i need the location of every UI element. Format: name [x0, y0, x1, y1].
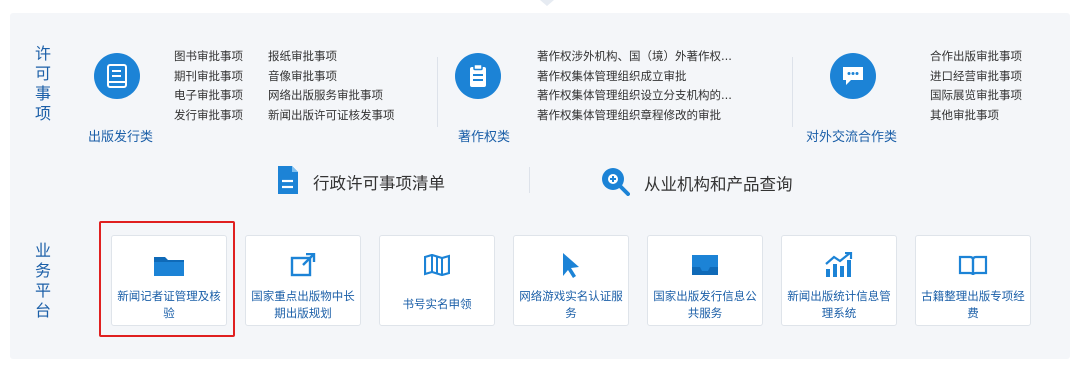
list-item[interactable]: 报纸审批事项 [268, 47, 395, 67]
list-item[interactable]: 其他审批事项 [930, 106, 1022, 126]
tile-label: 书号实名申领 [402, 297, 472, 311]
list-item[interactable]: 著作权集体管理组织成立审批 [537, 67, 732, 87]
tile-label: 新闻出版统计信息管理系统 [787, 289, 891, 320]
tile-label: 古籍整理出版专项经费 [921, 289, 1025, 320]
open-book-icon [916, 252, 1030, 278]
list-item[interactable]: 期刊审批事项 [174, 67, 243, 87]
document-icon [277, 165, 299, 199]
list-item[interactable]: 合作出版审批事项 [930, 47, 1022, 67]
external-link-icon [246, 252, 360, 278]
international-items: 合作出版审批事项 进口经营审批事项 国际展览审批事项 其他审批事项 [930, 47, 1022, 125]
services-panel: 许 可 事 项 出版发行类 图书审批事项 期刊审批事项 电子审批事项 发行审批事… [10, 13, 1070, 359]
book-icon [94, 53, 140, 99]
list-item[interactable]: 音像审批事项 [268, 67, 395, 87]
tile-label: 国家重点出版物中长期出版规划 [251, 289, 355, 320]
list-item[interactable]: 著作权集体管理组织章程修改的审批 [537, 106, 732, 126]
licensing-section-label: 许 可 事 项 [34, 44, 51, 123]
tile-publishing-plan[interactable]: 国家重点出版物中长期出版规划 [245, 235, 361, 326]
tile-game-realname[interactable]: 网络游戏实名认证服务 [513, 235, 629, 326]
admin-license-list-link[interactable]: 行政许可事项清单 [277, 165, 445, 199]
category-label[interactable]: 对外交流合作类 [806, 126, 897, 145]
list-item[interactable]: 发行审批事项 [174, 106, 243, 126]
tile-statistics[interactable]: 新闻出版统计信息管理系统 [781, 235, 897, 326]
list-item[interactable]: 著作权集体管理组织设立分支机构的... [537, 86, 732, 106]
folder-icon [112, 252, 226, 278]
platform-section-label: 业 务 平 台 [34, 241, 51, 320]
search-icon [600, 166, 630, 200]
tile-label: 网络游戏实名认证服务 [519, 289, 623, 320]
tile-ancient-books[interactable]: 古籍整理出版专项经费 [915, 235, 1031, 326]
divider [792, 57, 793, 127]
list-item[interactable]: 网络出版服务审批事项 [268, 86, 395, 106]
map-icon [380, 252, 494, 278]
clipboard-icon [455, 53, 501, 99]
category-label[interactable]: 出版发行类 [88, 126, 153, 145]
publishing-items-col1: 图书审批事项 期刊审批事项 电子审批事项 发行审批事项 [174, 47, 243, 125]
chart-icon [782, 252, 896, 278]
category-label[interactable]: 著作权类 [458, 126, 510, 145]
list-item[interactable]: 新闻出版许可证核发事项 [268, 106, 395, 126]
divider [437, 57, 438, 127]
tile-publication-info[interactable]: 国家出版发行信息公共服务 [647, 235, 763, 326]
chat-icon [830, 53, 876, 99]
quick-link-label: 从业机构和产品查询 [644, 175, 793, 194]
list-item[interactable]: 著作权涉外机构、国（境）外著作权... [537, 47, 732, 67]
list-item[interactable]: 国际展览审批事项 [930, 86, 1022, 106]
divider [529, 167, 530, 193]
tile-press-card[interactable]: 新闻记者证管理及核验 [111, 235, 227, 326]
quick-link-label: 行政许可事项清单 [313, 174, 445, 193]
tile-label: 新闻记者证管理及核验 [117, 289, 221, 320]
institution-product-query-link[interactable]: 从业机构和产品查询 [600, 166, 793, 200]
publishing-items-col2: 报纸审批事项 音像审批事项 网络出版服务审批事项 新闻出版许可证核发事项 [268, 47, 395, 125]
copyright-items: 著作权涉外机构、国（境）外著作权... 著作权集体管理组织成立审批 著作权集体管… [537, 47, 732, 125]
list-item[interactable]: 进口经营审批事项 [930, 67, 1022, 87]
list-item[interactable]: 电子审批事项 [174, 86, 243, 106]
tile-isbn-apply[interactable]: 书号实名申领 [379, 235, 495, 326]
inbox-icon [648, 252, 762, 278]
list-item[interactable]: 图书审批事项 [174, 47, 243, 67]
top-pointer [540, 0, 554, 6]
cursor-icon [514, 252, 628, 278]
tile-label: 国家出版发行信息公共服务 [653, 289, 757, 320]
